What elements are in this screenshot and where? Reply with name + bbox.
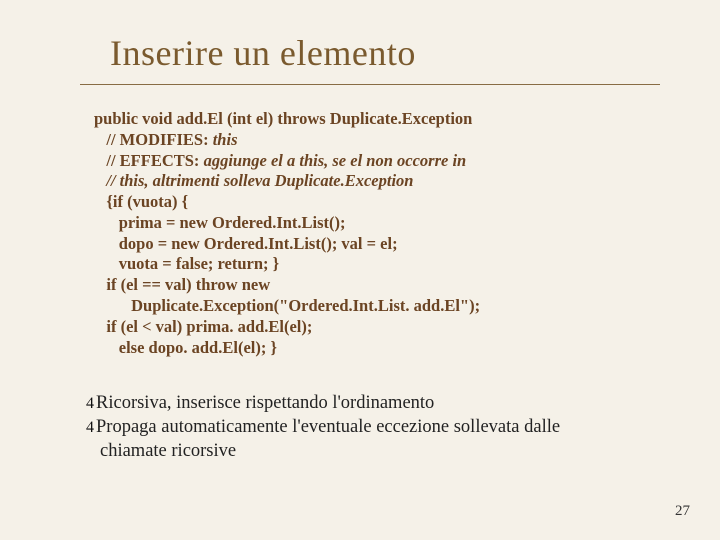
code-line-7: dopo = new Ordered.Int.List(); val = el; (94, 234, 398, 253)
slide-title: Inserire un elemento (110, 32, 668, 74)
code-line-10a: Duplicate.Exception( (94, 296, 279, 315)
bullet-2-cont: chiamate ricorsive (100, 440, 618, 464)
slide: Inserire un elemento public void add.El … (0, 0, 720, 540)
code-line-1: public void add.El (int el) throws Dupli… (94, 109, 472, 128)
bullet-2-text: Propaga automaticamente l'eventuale ecce… (96, 416, 618, 440)
code-line-9: if (el == val) throw new (94, 275, 270, 294)
code-modifies-val: this (213, 130, 238, 149)
bullet-marker: 4 (86, 392, 94, 414)
code-line-5: {if (vuota) { (94, 192, 188, 211)
bullet-1-text: Ricorsiva, inserisce rispettando l'ordin… (96, 392, 618, 416)
bullet-2: 4 Propaga automaticamente l'eventuale ec… (86, 416, 618, 440)
code-block: public void add.El (int el) throws Dupli… (94, 109, 608, 358)
code-modifies-label: // MODIFIES: (94, 130, 213, 149)
bullet-1: 4 Ricorsiva, inserisce rispettando l'ord… (86, 392, 618, 416)
code-effects-val: aggiunge el a this, se el non occorre in (204, 151, 467, 170)
bullet-marker: 4 (86, 416, 94, 438)
code-line-8: vuota = false; return; } (94, 254, 279, 273)
code-effects-label: // EFFECTS: (94, 151, 204, 170)
title-rule (80, 84, 660, 85)
code-line-12: else dopo. add.El(el); } (94, 338, 277, 357)
bullet-list: 4 Ricorsiva, inserisce rispettando l'ord… (86, 392, 618, 463)
code-effects-cont: // this, altrimenti solleva Duplicate.Ex… (94, 171, 413, 190)
page-number: 27 (675, 503, 690, 520)
code-line-10b: "Ordered.Int.List. add.El"); (279, 296, 480, 315)
code-line-11: if (el < val) prima. add.El(el); (94, 317, 312, 336)
code-line-6: prima = new Ordered.Int.List(); (94, 213, 346, 232)
